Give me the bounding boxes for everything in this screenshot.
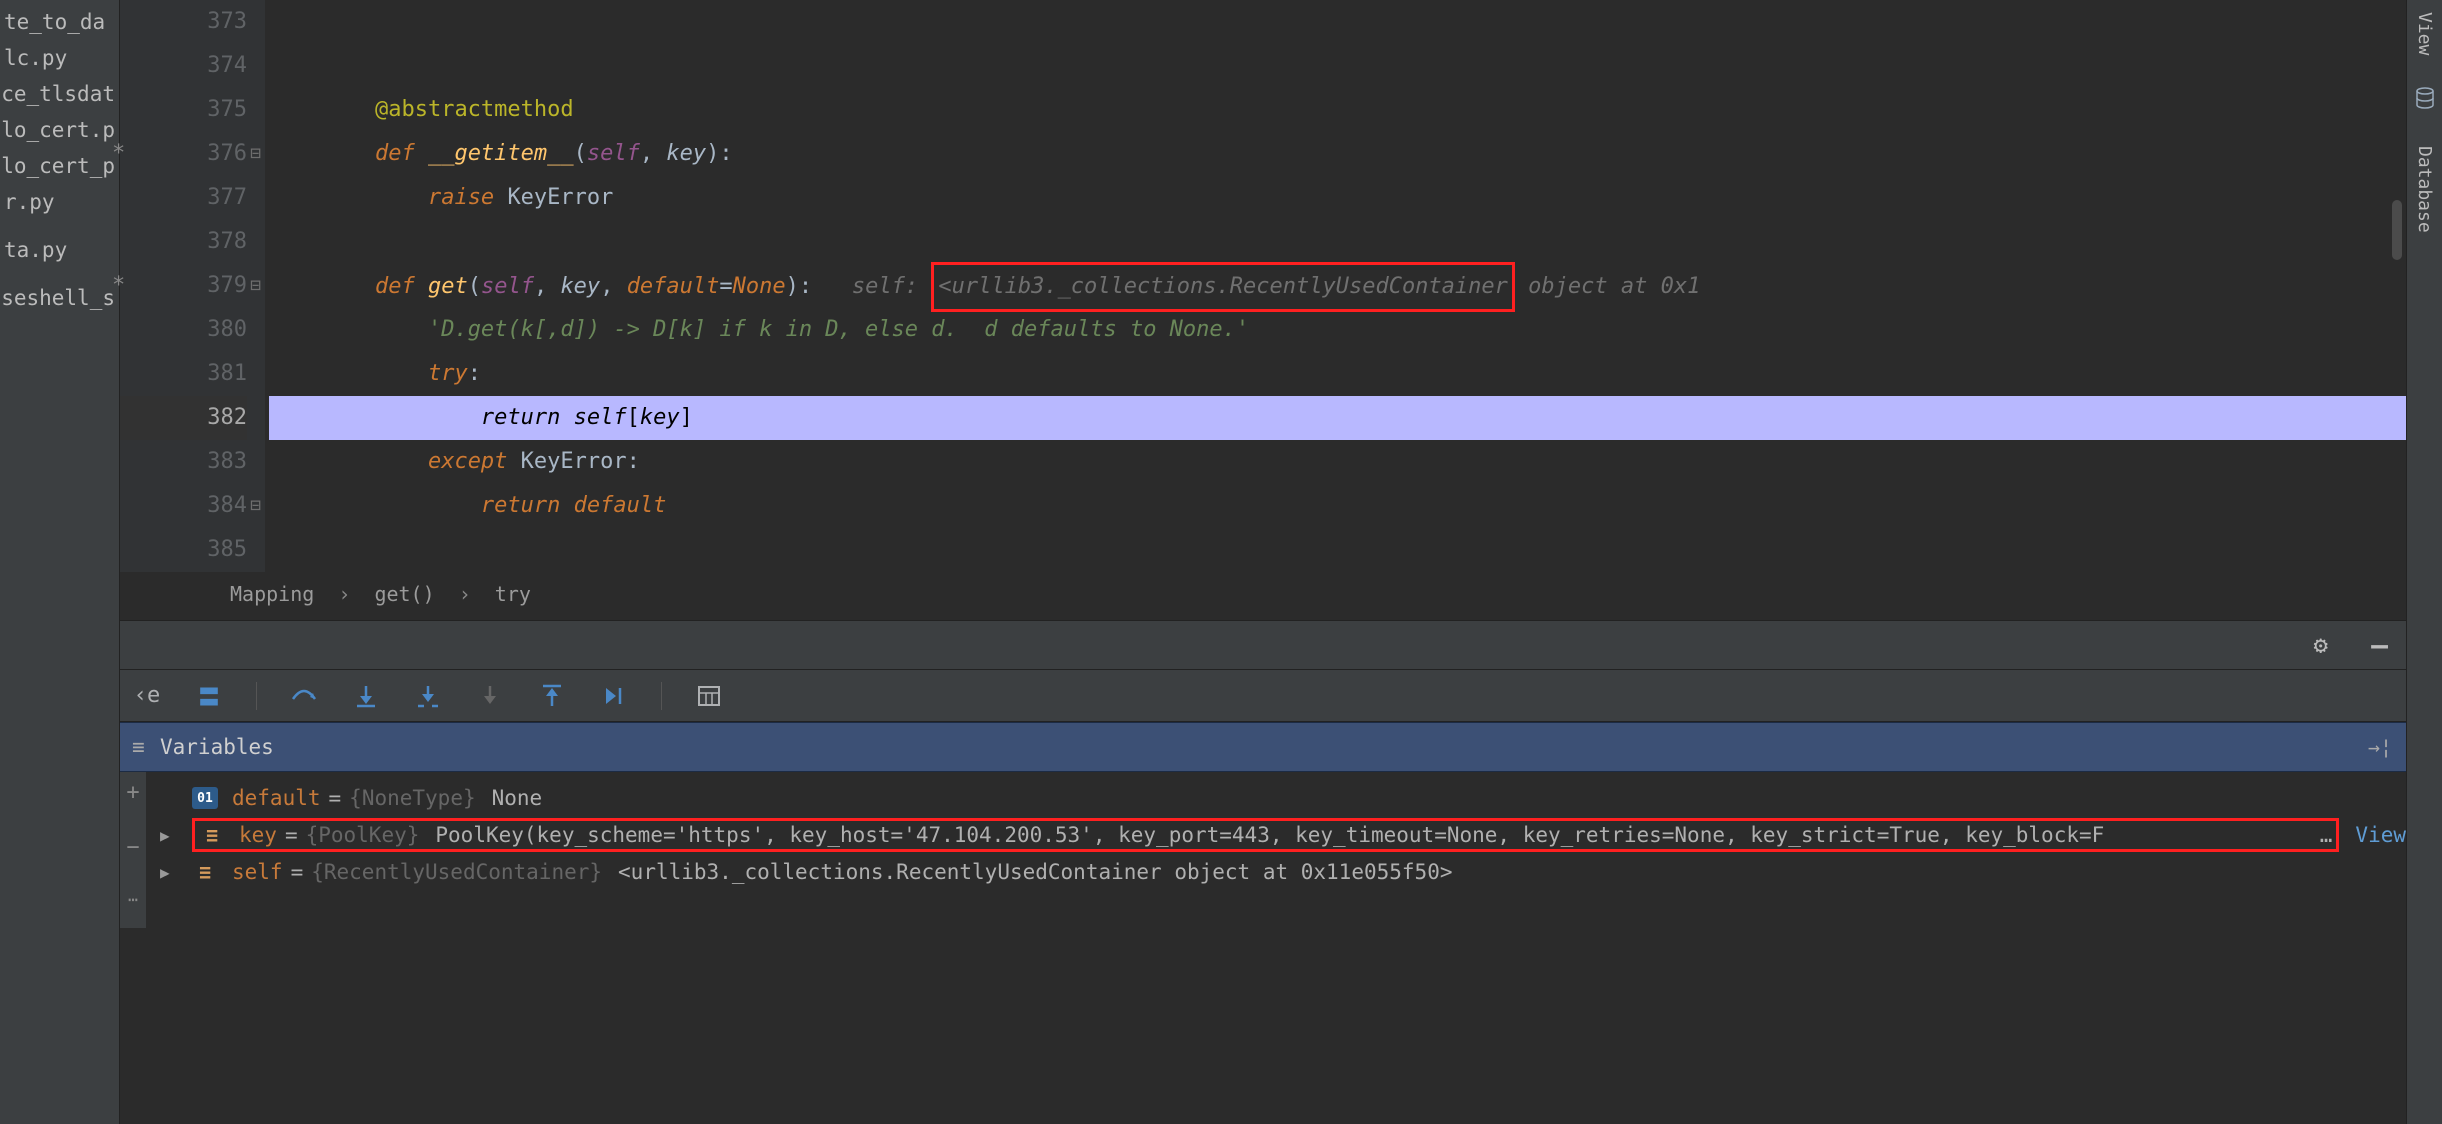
right-tool-rail: View Database [2406,0,2442,1124]
bookmark-icon[interactable]: * [112,132,125,176]
object-icon: ≡ [199,824,225,846]
breadcrumb-item[interactable]: get() [374,582,434,606]
object-icon: ≡ [192,861,218,883]
step-out-icon[interactable] [537,681,567,711]
options-icon[interactable]: ⋯ [128,890,138,909]
expand-icon[interactable]: →¦ [2368,735,2392,759]
breadcrumb-item[interactable]: try [495,582,531,606]
file-item [0,268,119,280]
debug-toolbar: ‹e 〓 [120,670,2406,722]
view-tool-tab[interactable]: View [2414,4,2435,63]
show-execution-point-icon[interactable]: ‹e [132,681,162,711]
breadcrumb-item[interactable]: Mapping [230,582,314,606]
evaluate-expression-icon[interactable] [694,681,724,711]
highlight-box: ≡ key = {PoolKey} PoolKey(key_scheme='ht… [192,818,2339,852]
chevron-right-icon: › [459,582,471,606]
file-item [0,220,119,232]
run-to-cursor-icon[interactable] [599,681,629,711]
file-item[interactable]: seshell_s [0,280,119,316]
step-into-my-code-icon[interactable] [413,681,443,711]
file-item[interactable]: ta.py [0,232,119,268]
fold-icon[interactable]: ⊟ [250,132,261,176]
fold-icon[interactable]: ⊟ [250,264,261,308]
variable-row[interactable]: ▶ ≡ key = {PoolKey} PoolKey(key_scheme='… [120,814,2406,856]
step-over-icon[interactable] [289,681,319,711]
highlight-box: <urllib3._collections.RecentlyUsedContai… [931,262,1515,312]
code-editor[interactable]: 373 374 375 *376⊟ 377 378 *379⊟ 380 381 … [120,0,2406,572]
step-into-icon[interactable] [351,681,381,711]
fold-icon[interactable]: ⊟ [250,484,261,528]
file-item[interactable]: te_to_da [0,4,119,40]
expand-toggle-icon[interactable]: ▶ [160,826,184,845]
minimize-icon[interactable]: — [2371,629,2388,662]
variables-title: Variables [160,735,274,759]
console-icon[interactable]: 〓 [194,681,224,711]
file-item[interactable]: lo_cert.p [0,112,119,148]
bookmark-icon[interactable]: * [112,264,125,308]
variable-row[interactable]: 01 default = {NoneType} None [120,782,2406,814]
file-item[interactable]: ce_tlsdat [0,76,119,112]
plus-icon[interactable]: + [126,780,139,805]
file-item[interactable]: r.py [0,184,119,220]
primitive-icon: 01 [192,787,218,809]
database-tool-tab[interactable]: Database [2414,138,2435,241]
force-step-into-icon[interactable] [475,681,505,711]
inline-debug-hint: self: <urllib3._collections.RecentlyUsed… [852,274,1700,299]
file-item[interactable]: lo_cert_p [0,148,119,184]
variables-panel: + − ⋯ 01 default = {NoneType} None ▶ ≡ k… [120,772,2406,928]
current-execution-line: return self[key] [269,396,2406,440]
view-link[interactable]: View [2355,823,2406,847]
debug-tab-bar: ⚙ — [120,620,2406,670]
scrollbar[interactable] [2392,200,2402,260]
expand-toggle-icon[interactable]: ▶ [160,863,184,882]
code-text[interactable]: @abstractmethod def __getitem__(self, ke… [265,0,2406,572]
variables-panel-header[interactable]: ≡ Variables →¦ [120,722,2406,772]
list-icon: ≡ [132,735,148,759]
gutter[interactable]: 373 374 375 *376⊟ 377 378 *379⊟ 380 381 … [120,0,265,572]
breadcrumb[interactable]: Mapping › get() › try [120,572,2406,620]
variable-row[interactable]: ▶ ≡ self = {RecentlyUsedContainer} <urll… [120,856,2406,888]
gear-icon[interactable]: ⚙ [2314,631,2328,659]
chevron-right-icon: › [338,582,350,606]
project-file-list[interactable]: te_to_da lc.py ce_tlsdat lo_cert.p lo_ce… [0,0,120,1124]
database-icon[interactable] [2415,87,2435,114]
file-item[interactable]: lc.py [0,40,119,76]
